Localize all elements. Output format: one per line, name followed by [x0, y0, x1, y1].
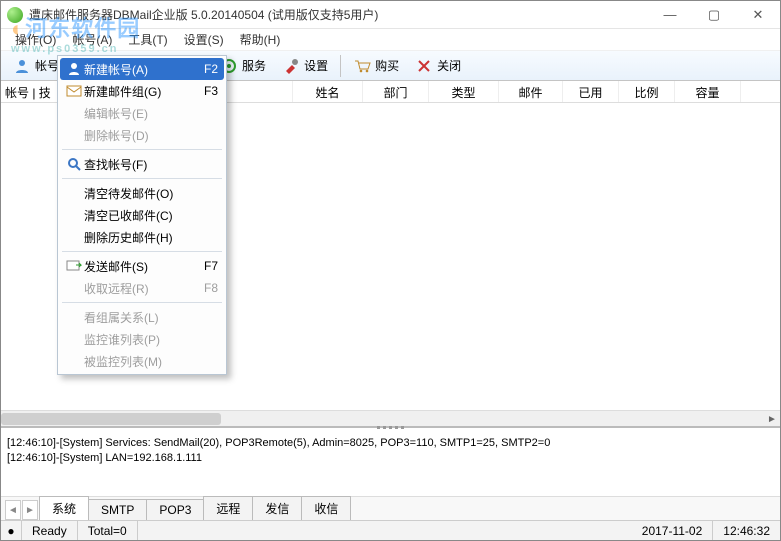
group-icon — [64, 85, 84, 97]
menu-operate[interactable]: 操作(O) — [7, 29, 64, 50]
menu-separator — [62, 149, 222, 150]
log-line: [12:46:10]-[System] LAN=192.168.1.111 — [7, 451, 774, 466]
menu-item-shortcut: F7 — [190, 259, 218, 273]
menu-delete-history[interactable]: 删除历史邮件(H) — [60, 226, 224, 248]
tab-send[interactable]: 发信 — [252, 496, 302, 520]
splitter-handle[interactable] — [371, 426, 411, 432]
menu-item-label: 清空待发邮件(O) — [84, 185, 190, 202]
column-type[interactable]: 类型 — [429, 81, 499, 102]
log-panel[interactable]: [12:46:10]-[System] Services: SendMail(2… — [1, 432, 780, 496]
column-name[interactable]: 姓名 — [293, 81, 363, 102]
toolbar-buy[interactable]: 购买 — [345, 55, 407, 77]
account-dropdown-menu: 新建帐号(A) F2 新建邮件组(G) F3 编辑帐号(E) 删除帐号(D) 查… — [57, 55, 227, 375]
app-icon — [7, 7, 23, 23]
menu-send-mail[interactable]: 发送邮件(S) F7 — [60, 255, 224, 277]
toolbar-label: 设置 — [304, 57, 328, 74]
menu-monitored-list: 被监控列表(M) — [60, 350, 224, 372]
menu-delete-account: 删除帐号(D) — [60, 124, 224, 146]
title-bar: 遭床邮件服务器DBMail企业版 5.0.20140504 (试用版仅支持5用户… — [1, 1, 780, 29]
menu-item-shortcut: F3 — [190, 84, 218, 98]
menu-item-label: 查找帐号(F) — [84, 156, 190, 173]
window-close-button[interactable]: ✕ — [736, 1, 780, 28]
tab-smtp[interactable]: SMTP — [88, 499, 147, 520]
menu-item-label: 删除帐号(D) — [84, 127, 190, 144]
menu-item-label: 看组属关系(L) — [84, 309, 190, 326]
menu-find-account[interactable]: 查找帐号(F) — [60, 153, 224, 175]
column-capacity[interactable]: 容量 — [675, 81, 741, 102]
column-used[interactable]: 已用 — [563, 81, 619, 102]
column-mail[interactable]: 邮件 — [499, 81, 563, 102]
window-title: 遭床邮件服务器DBMail企业版 5.0.20140504 (试用版仅支持5用户… — [29, 6, 378, 23]
menu-group-relation: 看组属关系(L) — [60, 306, 224, 328]
menu-separator — [62, 302, 222, 303]
maximize-button[interactable]: ▢ — [692, 1, 736, 28]
menu-item-shortcut: F8 — [190, 281, 218, 295]
scroll-thumb[interactable] — [1, 413, 221, 425]
menu-tools[interactable]: 工具(T) — [120, 29, 175, 50]
menu-item-shortcut: F2 — [190, 62, 218, 76]
toolbar-close[interactable]: 关闭 — [407, 55, 469, 77]
close-icon — [415, 57, 433, 75]
menu-item-label: 发送邮件(S) — [84, 258, 190, 275]
tab-system[interactable]: 系统 — [39, 496, 89, 520]
toolbar-settings[interactable]: 设置 — [274, 55, 336, 77]
toolbar-label: 关闭 — [437, 57, 461, 74]
minimize-button[interactable]: — — [648, 1, 692, 28]
menu-separator — [62, 178, 222, 179]
bottom-tab-bar: ◄ ► 系统 SMTP POP3 远程 发信 收信 — [1, 496, 780, 520]
column-dept[interactable]: 部门 — [363, 81, 429, 102]
menu-fetch-remote: 收取远程(R) F8 — [60, 277, 224, 299]
toolbar-separator — [340, 55, 341, 77]
search-icon — [64, 157, 84, 171]
menu-settings[interactable]: 设置(S) — [176, 29, 232, 50]
toolbar-label: 服务 — [242, 57, 266, 74]
status-ready: Ready — [22, 521, 78, 540]
menu-new-mailgroup[interactable]: 新建邮件组(G) F3 — [60, 80, 224, 102]
horizontal-scrollbar[interactable]: ◄ ► — [1, 410, 780, 426]
status-total: Total=0 — [78, 521, 138, 540]
status-icon: ● — [1, 521, 22, 540]
status-date: 2017-11-02 — [632, 521, 714, 540]
menu-edit-account: 编辑帐号(E) — [60, 102, 224, 124]
menu-separator — [62, 251, 222, 252]
tab-scroll-left-icon[interactable]: ◄ — [5, 500, 21, 520]
scroll-right-icon[interactable]: ► — [764, 411, 780, 427]
menu-bar: 操作(O) 帐号(A) 工具(T) 设置(S) 帮助(H) — [1, 29, 780, 51]
user-icon — [13, 57, 31, 75]
menu-clear-outbox[interactable]: 清空待发邮件(O) — [60, 182, 224, 204]
menu-help[interactable]: 帮助(H) — [232, 29, 289, 50]
status-time: 12:46:32 — [713, 521, 780, 540]
mail-icon — [64, 260, 84, 272]
log-line: [12:46:10]-[System] Services: SendMail(2… — [7, 436, 774, 451]
menu-item-label: 收取远程(R) — [84, 280, 190, 297]
cart-icon — [353, 57, 371, 75]
menu-item-label: 新建邮件组(G) — [84, 83, 190, 100]
tab-pop3[interactable]: POP3 — [146, 499, 204, 520]
tab-scroll-right-icon[interactable]: ► — [22, 500, 38, 520]
menu-item-label: 被监控列表(M) — [84, 353, 190, 370]
toolbar-label: 帐号 — [35, 57, 59, 74]
toolbar-label: 购买 — [375, 57, 399, 74]
menu-item-label: 新建帐号(A) — [84, 61, 190, 78]
menu-new-account[interactable]: 新建帐号(A) F2 — [60, 58, 224, 80]
wrench-icon — [282, 57, 300, 75]
menu-clear-inbox[interactable]: 清空已收邮件(C) — [60, 204, 224, 226]
menu-account[interactable]: 帐号(A) — [64, 29, 120, 50]
menu-item-label: 编辑帐号(E) — [84, 105, 190, 122]
left-pane-header[interactable]: 帐号 | 技 — [1, 81, 61, 103]
menu-item-label: 清空已收邮件(C) — [84, 207, 190, 224]
menu-monitor-list: 监控谁列表(P) — [60, 328, 224, 350]
status-bar: ● Ready Total=0 2017-11-02 12:46:32 — [1, 520, 780, 540]
column-ratio[interactable]: 比例 — [619, 81, 675, 102]
menu-item-label: 监控谁列表(P) — [84, 331, 190, 348]
tab-remote[interactable]: 远程 — [203, 496, 253, 520]
tab-recv[interactable]: 收信 — [301, 496, 351, 520]
user-icon — [64, 62, 84, 76]
menu-item-label: 删除历史邮件(H) — [84, 229, 190, 246]
